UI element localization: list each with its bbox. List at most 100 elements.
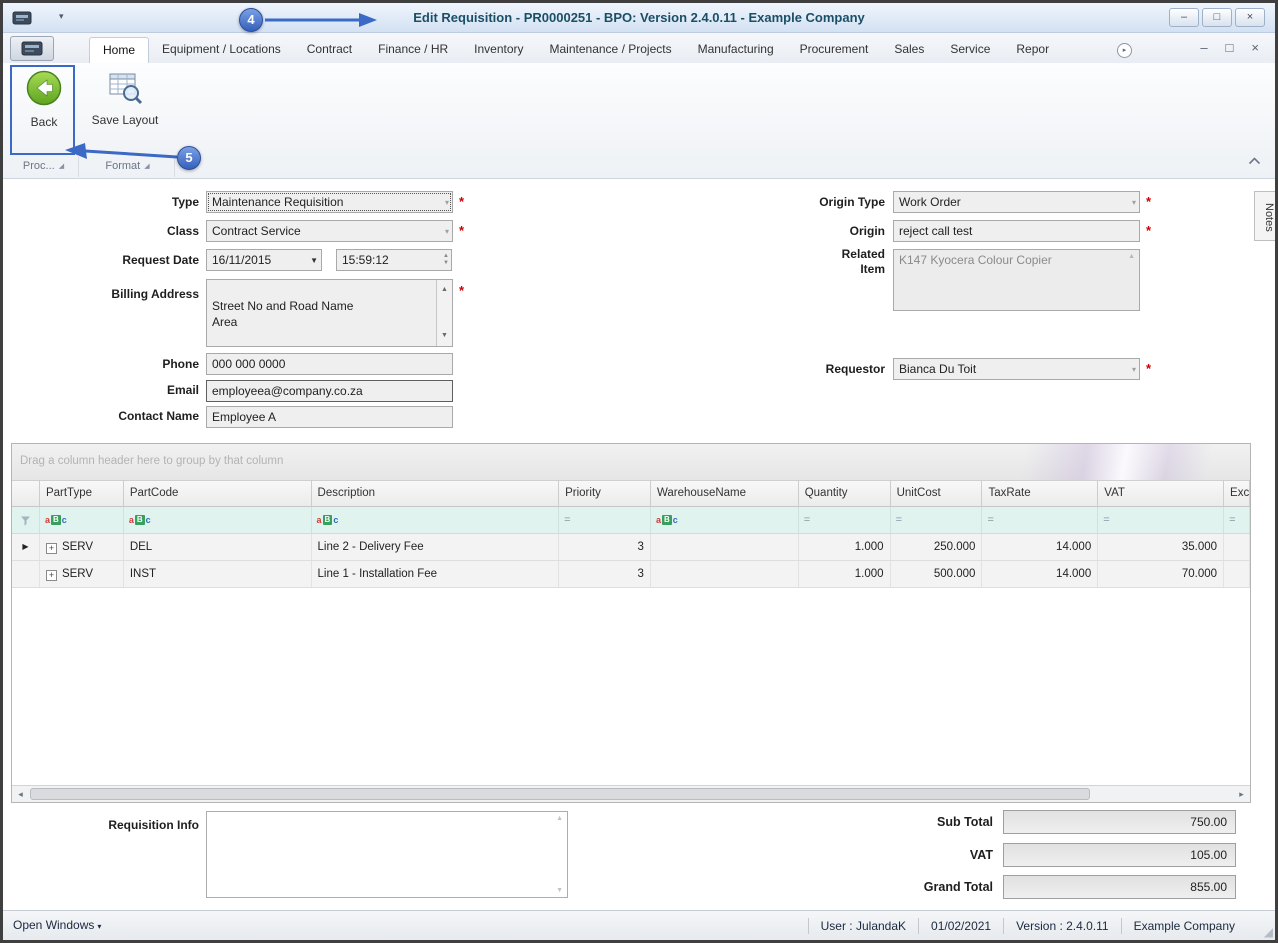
chevron-down-icon[interactable]: ▼: [310, 256, 318, 265]
tab-manufacturing[interactable]: Manufacturing: [685, 37, 787, 63]
table-row[interactable]: ▶ + SERV DEL Line 2 - Delivery Fee 3 1.00…: [12, 534, 1250, 561]
tab-home[interactable]: Home: [89, 37, 150, 63]
time-spinner[interactable]: ▲ ▼: [443, 253, 449, 267]
ribbon-tab-scroll-icon[interactable]: ▸: [1117, 43, 1132, 58]
cell-partcode[interactable]: INST: [124, 561, 312, 587]
expand-row-icon[interactable]: +: [45, 543, 57, 554]
column-header-partcode[interactable]: PartCode: [123, 481, 312, 507]
column-header-vat[interactable]: VAT: [1098, 481, 1225, 507]
filter-cell-priority[interactable]: =: [559, 507, 651, 533]
scroll-up-icon[interactable]: ▲: [437, 282, 452, 298]
request-time-field[interactable]: 15:59:12 ▲ ▼: [336, 249, 452, 271]
restore-button[interactable]: □: [1202, 8, 1232, 27]
origin-field[interactable]: reject call test: [893, 220, 1140, 242]
collapse-ribbon-icon[interactable]: [1248, 152, 1261, 170]
open-windows-button[interactable]: Open Windows ▾: [13, 918, 101, 932]
spin-down-icon[interactable]: ▼: [443, 260, 449, 267]
expand-row-icon[interactable]: +: [45, 570, 57, 581]
filter-cell-parttype[interactable]: aBc: [40, 507, 124, 533]
filter-cell-partcode[interactable]: aBc: [124, 507, 312, 533]
column-header-warehousename[interactable]: WarehouseName: [650, 481, 799, 507]
filter-cell-taxrate[interactable]: =: [982, 507, 1099, 533]
billing-address-field[interactable]: Street No and Road Name Area City ▲ ▼: [206, 279, 453, 347]
class-field[interactable]: Contract Service ▾: [206, 220, 453, 242]
cell-priority[interactable]: 3: [559, 534, 651, 560]
cell-taxrate[interactable]: 14.000: [982, 534, 1099, 560]
email-field[interactable]: employeea@company.co.za: [206, 380, 453, 402]
tab-equipment-locations[interactable]: Equipment / Locations: [149, 37, 294, 63]
chevron-down-icon[interactable]: ▾: [1132, 198, 1136, 207]
resize-grip-icon[interactable]: ◢: [1264, 925, 1273, 939]
filter-cell-warehousename[interactable]: aBc: [651, 507, 799, 533]
tab-service[interactable]: Service: [937, 37, 1003, 63]
tab-contract[interactable]: Contract: [294, 37, 365, 63]
scroll-right-icon[interactable]: ▸: [1233, 786, 1250, 802]
cell-parttype[interactable]: + SERV: [40, 534, 124, 560]
cell-unitcost[interactable]: 250.000: [891, 534, 983, 560]
column-header-quantity[interactable]: Quantity: [798, 481, 891, 507]
cell-description[interactable]: Line 1 - Installation Fee: [312, 561, 560, 587]
cell-warehousename[interactable]: [651, 534, 799, 560]
contact-name-field[interactable]: Employee A: [206, 406, 453, 428]
tab-reporting[interactable]: Repor: [1003, 37, 1062, 63]
tab-procurement[interactable]: Procurement: [787, 37, 882, 63]
notes-side-tab[interactable]: Notes: [1254, 191, 1275, 241]
cell-excl[interactable]: [1224, 561, 1250, 587]
dialog-launcher-icon[interactable]: ◢: [59, 163, 64, 170]
scrollbar-thumb[interactable]: [30, 788, 1090, 800]
filter-cell-description[interactable]: aBc: [312, 507, 560, 533]
save-layout-button[interactable]: Save Layout: [89, 69, 161, 127]
billing-address-scrollbar[interactable]: ▲ ▼: [436, 280, 452, 346]
cell-quantity[interactable]: 1.000: [799, 561, 891, 587]
scroll-down-icon[interactable]: ▼: [437, 328, 452, 344]
tab-inventory[interactable]: Inventory: [461, 37, 536, 63]
filter-cell-excl[interactable]: =: [1224, 507, 1250, 533]
close-button[interactable]: ×: [1235, 8, 1265, 27]
column-header-priority[interactable]: Priority: [559, 481, 651, 507]
column-header-description[interactable]: Description: [311, 481, 560, 507]
cell-partcode[interactable]: DEL: [124, 534, 312, 560]
filter-cell-vat[interactable]: =: [1098, 507, 1225, 533]
cell-parttype[interactable]: + SERV: [40, 561, 124, 587]
cell-vat[interactable]: 70.000: [1098, 561, 1225, 587]
horizontal-scrollbar[interactable]: ◂ ▸: [12, 785, 1250, 802]
type-field[interactable]: Maintenance Requisition ▾: [206, 191, 453, 213]
cell-vat[interactable]: 35.000: [1098, 534, 1225, 560]
minimize-button[interactable]: –: [1169, 8, 1199, 27]
cell-unitcost[interactable]: 500.000: [891, 561, 983, 587]
cell-warehousename[interactable]: [651, 561, 799, 587]
group-by-bar[interactable]: Drag a column header here to group by th…: [12, 444, 1250, 481]
table-row[interactable]: + SERV INST Line 1 - Installation Fee 3 1…: [12, 561, 1250, 588]
application-menu-button[interactable]: [10, 36, 54, 61]
tab-maintenance-projects[interactable]: Maintenance / Projects: [537, 37, 685, 63]
cell-priority[interactable]: 3: [559, 561, 651, 587]
filter-cell-quantity[interactable]: =: [799, 507, 891, 533]
requisition-info-field[interactable]: ▲ ▼: [206, 811, 568, 898]
scroll-left-icon[interactable]: ◂: [12, 786, 29, 802]
chevron-down-icon[interactable]: ▾: [445, 198, 449, 207]
tab-finance-hr[interactable]: Finance / HR: [365, 37, 461, 63]
request-date-field[interactable]: 16/11/2015 ▼: [206, 249, 322, 271]
cell-excl[interactable]: [1224, 534, 1250, 560]
doc-restore-button[interactable]: □: [1226, 39, 1234, 57]
related-item-field[interactable]: K147 Kyocera Colour Copier ▲: [893, 249, 1140, 311]
phone-field[interactable]: 000 000 0000: [206, 353, 453, 375]
origin-type-field[interactable]: Work Order ▾: [893, 191, 1140, 213]
doc-close-button[interactable]: ×: [1251, 39, 1259, 57]
tab-sales[interactable]: Sales: [881, 37, 937, 63]
dialog-launcher-icon[interactable]: ◢: [144, 163, 149, 170]
filter-cell-unitcost[interactable]: =: [891, 507, 983, 533]
chevron-down-icon[interactable]: ▾: [445, 227, 449, 236]
column-header-excl[interactable]: Exc: [1224, 481, 1250, 507]
column-header-unitcost[interactable]: UnitCost: [890, 481, 983, 507]
chevron-down-icon[interactable]: ▾: [1132, 365, 1136, 374]
spin-up-icon[interactable]: ▲: [443, 253, 449, 260]
save-layout-icon: [107, 73, 143, 109]
cell-quantity[interactable]: 1.000: [799, 534, 891, 560]
column-header-taxrate[interactable]: TaxRate: [982, 481, 1099, 507]
cell-description[interactable]: Line 2 - Delivery Fee: [312, 534, 560, 560]
column-header-parttype[interactable]: PartType: [39, 481, 124, 507]
cell-taxrate[interactable]: 14.000: [982, 561, 1099, 587]
requestor-field[interactable]: Bianca Du Toit ▾: [893, 358, 1140, 380]
doc-minimize-button[interactable]: –: [1200, 39, 1207, 57]
